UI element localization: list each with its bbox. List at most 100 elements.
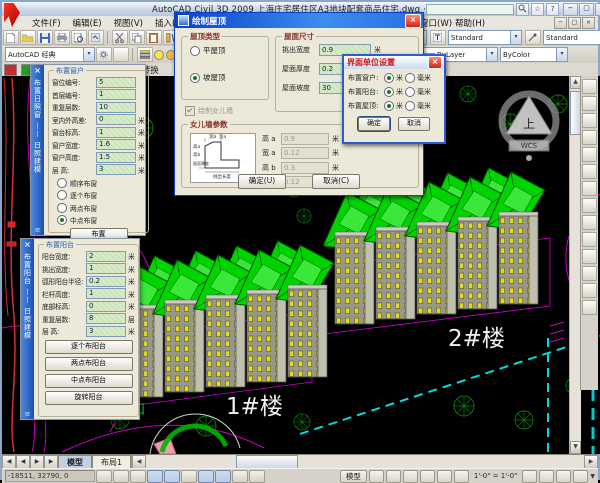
cancel-button[interactable]: 取消 bbox=[398, 117, 430, 131]
radio-icon[interactable] bbox=[57, 215, 67, 225]
meter-radio[interactable] bbox=[384, 73, 394, 83]
horizontal-scrollbar[interactable]: ◀ ▶ bbox=[131, 455, 598, 469]
units-dialog-titlebar[interactable]: 界面单位设置 × bbox=[344, 56, 444, 69]
grip-icon[interactable]: ≡ bbox=[25, 410, 31, 418]
quickview-drawings-icon[interactable] bbox=[369, 470, 384, 483]
place-balcony-palette[interactable]: × 布置阳台 —— 日照建模 ≡ 布置阳台 阳台宽度: 2 米 挑出宽度: 1 … bbox=[20, 238, 140, 420]
otrack-toggle[interactable] bbox=[181, 470, 197, 483]
model-space-button[interactable]: 模型 bbox=[340, 470, 367, 483]
menu-edit[interactable]: 编辑(E) bbox=[67, 17, 108, 29]
radio-icon[interactable] bbox=[57, 203, 67, 213]
checkbox-icon[interactable] bbox=[185, 106, 195, 116]
single-place-balcony-button[interactable]: 逐个布阳台 bbox=[45, 340, 133, 354]
favorites-star-icon[interactable]: ☆ bbox=[531, 3, 544, 16]
restore-button[interactable]: ▢ bbox=[579, 3, 594, 16]
doc-minimize-button[interactable]: − bbox=[554, 17, 567, 29]
rotate-icon[interactable] bbox=[582, 181, 597, 196]
close-icon[interactable]: × bbox=[34, 66, 41, 75]
single-place-radio[interactable]: 逐个布窗 bbox=[57, 190, 148, 200]
extend-icon[interactable] bbox=[582, 249, 597, 264]
mirror-icon[interactable] bbox=[582, 113, 597, 128]
lwt-toggle[interactable] bbox=[232, 470, 248, 483]
grip-icon[interactable]: ≡ bbox=[35, 226, 41, 234]
polar-toggle[interactable] bbox=[147, 470, 163, 483]
rotate-balcony-button[interactable]: 旋转阳台 bbox=[45, 391, 133, 405]
radio-icon[interactable] bbox=[190, 73, 200, 83]
first-floor-number-input[interactable]: 1 bbox=[96, 89, 136, 100]
railing-height-input[interactable]: 1 bbox=[86, 288, 126, 299]
text-style-combo[interactable]: Standard▾ bbox=[448, 30, 522, 45]
millimeter-radio[interactable] bbox=[405, 101, 415, 111]
scroll-down-icon[interactable]: ▼ bbox=[570, 441, 581, 454]
move-icon[interactable] bbox=[582, 164, 597, 179]
explode-icon[interactable] bbox=[582, 300, 597, 315]
ducs-toggle[interactable] bbox=[198, 470, 214, 483]
showmotion-icon[interactable] bbox=[454, 470, 469, 483]
annotation-scale[interactable]: 1'-0" = 1'-0" bbox=[471, 472, 520, 480]
layer-on-bulb-icon[interactable] bbox=[154, 50, 164, 60]
quickproperties-toggle[interactable] bbox=[249, 470, 265, 483]
autoscale-icon[interactable] bbox=[539, 470, 554, 483]
radio-icon[interactable] bbox=[57, 190, 67, 200]
steeringwheel-icon[interactable] bbox=[437, 470, 452, 483]
doc-close-button[interactable]: × bbox=[582, 17, 595, 29]
doc-restore-button[interactable]: ▢ bbox=[568, 17, 581, 29]
interface-units-dialog[interactable]: 界面单位设置 × 布置窗户: 米 毫米 布置阳台: 米 毫米 布置屋顶: 米 毫… bbox=[342, 54, 446, 144]
workspace-switch-icon[interactable] bbox=[556, 470, 571, 483]
millimeter-radio[interactable] bbox=[405, 73, 415, 83]
cancel-button[interactable]: 取消(C) bbox=[312, 174, 360, 189]
palette-titlebar[interactable]: × 布置阳台 —— 日照建模 ≡ bbox=[21, 239, 34, 419]
paste-icon[interactable] bbox=[146, 30, 162, 45]
tab-model[interactable]: 模型 bbox=[58, 455, 92, 469]
fillet-icon[interactable] bbox=[582, 283, 597, 298]
indoor-outdoor-diff-input[interactable]: 0 bbox=[96, 114, 136, 125]
draw-parapet-checkbox[interactable]: 绘制女儿墙 bbox=[185, 106, 233, 116]
snap-toggle[interactable] bbox=[96, 470, 112, 483]
text-style-icon[interactable] bbox=[430, 30, 446, 45]
palette-titlebar[interactable]: × 布置日照窗 —— 日照建模 ≡ bbox=[31, 65, 44, 235]
copy-object-icon[interactable] bbox=[582, 96, 597, 111]
mleader-style-icon[interactable] bbox=[525, 30, 541, 45]
scroll-left-icon[interactable]: ◀ bbox=[132, 455, 146, 469]
publish-icon[interactable] bbox=[88, 30, 104, 45]
tab-next-icon[interactable]: ▶ bbox=[30, 455, 44, 469]
close-icon[interactable]: × bbox=[24, 240, 31, 249]
mid-point-place-radio[interactable]: 中点布窗 bbox=[57, 215, 148, 225]
scroll-right-icon[interactable]: ▶ bbox=[584, 455, 598, 469]
close-icon[interactable]: × bbox=[405, 14, 421, 28]
plot-preview-icon[interactable] bbox=[71, 30, 87, 45]
search-icon[interactable] bbox=[516, 3, 529, 16]
zoom-tool-icon[interactable] bbox=[420, 470, 435, 483]
draw-roof-dialog-titlebar[interactable]: 绘制屋顶 × bbox=[175, 13, 423, 28]
dim-style2-combo[interactable]: Standard▾ bbox=[543, 30, 600, 45]
layer-properties-icon[interactable] bbox=[137, 47, 153, 62]
save-icon[interactable] bbox=[37, 30, 53, 45]
stretch-icon[interactable] bbox=[582, 215, 597, 230]
workspace-combo[interactable]: AutoCAD 经典▾ bbox=[5, 47, 95, 62]
horizontal-scroll-thumb[interactable] bbox=[236, 455, 298, 469]
ortho-toggle[interactable] bbox=[130, 470, 146, 483]
close-button[interactable]: × bbox=[595, 3, 600, 16]
viewcube[interactable]: 上 WCS bbox=[502, 94, 556, 161]
scale-icon[interactable] bbox=[582, 198, 597, 213]
place-window-palette[interactable]: × 布置日照窗 —— 日照建模 ≡ 布置窗户 窗位编号: 5 首层编号: 1 重… bbox=[30, 64, 146, 236]
erase-icon[interactable] bbox=[582, 79, 597, 94]
tab-last-icon[interactable]: ▶ bbox=[44, 455, 58, 469]
toolbar-lock-icon[interactable] bbox=[573, 470, 588, 483]
pan-tool-icon[interactable] bbox=[403, 470, 418, 483]
plot-icon[interactable] bbox=[54, 30, 70, 45]
millimeter-radio[interactable] bbox=[405, 87, 415, 97]
window-number-input[interactable]: 5 bbox=[96, 77, 136, 88]
open-file-icon[interactable] bbox=[20, 30, 36, 45]
meter-radio[interactable] bbox=[384, 101, 394, 111]
trim-icon[interactable] bbox=[582, 232, 597, 247]
balcony-overhang-input[interactable]: 1 bbox=[86, 263, 126, 274]
mid-point-place-balcony-button[interactable]: 中点布阳台 bbox=[45, 374, 133, 388]
floor-height-input[interactable]: 3 bbox=[86, 326, 126, 337]
grid-toggle[interactable] bbox=[113, 470, 129, 483]
repeat-floors-input[interactable]: 8 bbox=[86, 313, 126, 324]
osnap-toggle[interactable] bbox=[164, 470, 180, 483]
quickview-layouts-icon[interactable] bbox=[386, 470, 401, 483]
offset-icon[interactable] bbox=[582, 130, 597, 145]
help-icon[interactable]: ? bbox=[546, 3, 559, 16]
